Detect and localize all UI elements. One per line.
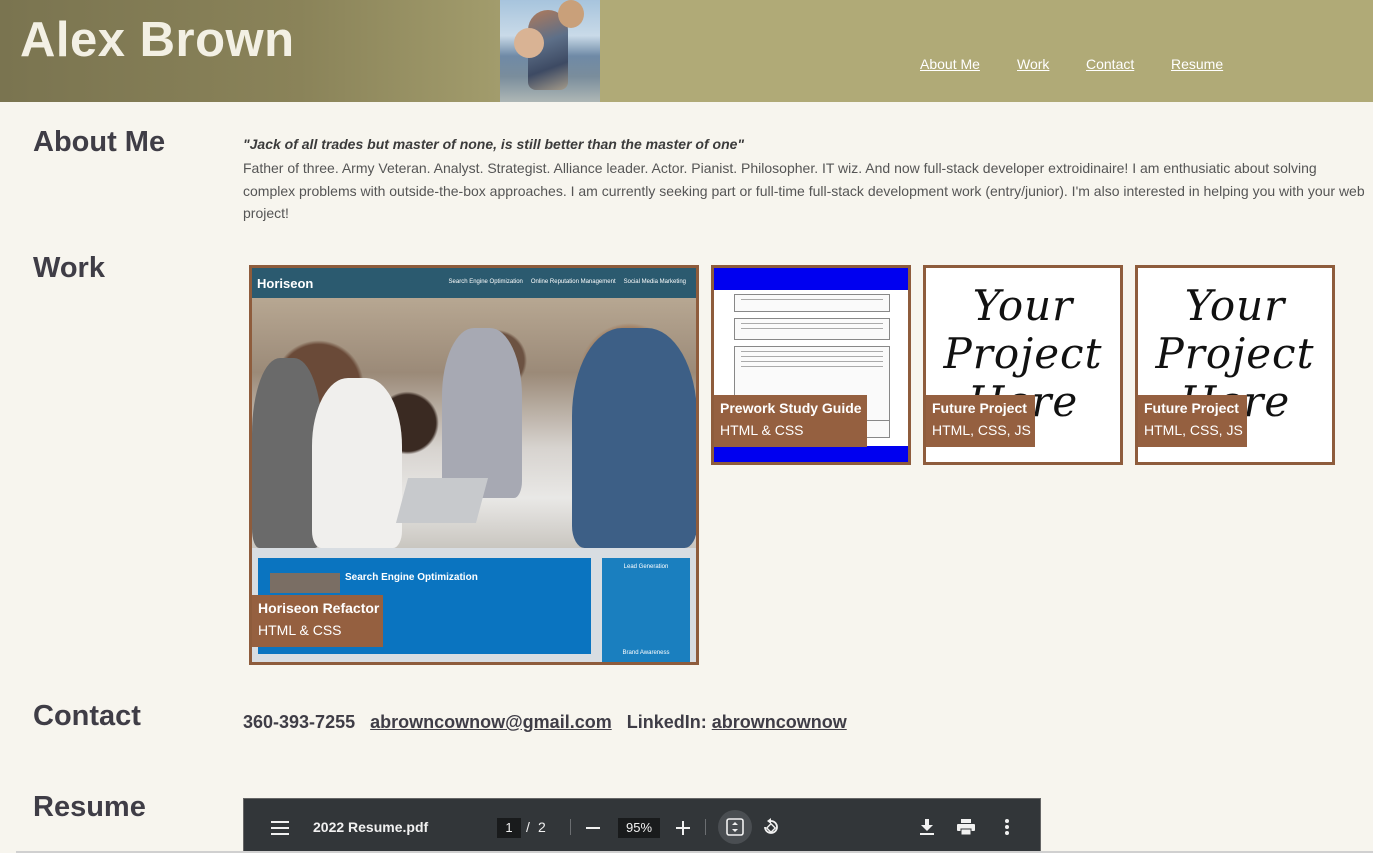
preview-nav-item: Online Reputation Management: [530, 279, 616, 285]
profile-photo: [500, 0, 600, 102]
preview-thumbnail: [270, 573, 340, 593]
photo-child-head: [514, 28, 544, 58]
preview-side-panel: Lead Generation Brand Awareness: [602, 558, 690, 662]
rotate-icon[interactable]: [762, 818, 780, 836]
project-tech: HTML, CSS, JS: [1144, 422, 1243, 438]
site-header: Alex Brown About Me Work Contact Resume: [0, 0, 1373, 102]
resume-heading: Resume: [33, 791, 146, 823]
print-icon[interactable]: [957, 819, 975, 835]
project-card-future-2[interactable]: Your Project Here Future Project HTML, C…: [1135, 265, 1335, 465]
zoom-in-icon[interactable]: [676, 821, 690, 835]
project-card-future-1[interactable]: Your Project Here Future Project HTML, C…: [923, 265, 1123, 465]
preview-banner: [714, 268, 908, 290]
project-tech: HTML & CSS: [258, 622, 342, 638]
total-pages: 2: [538, 819, 546, 835]
project-label: Future Project HTML, CSS, JS: [926, 395, 1035, 447]
linkedin-label: LinkedIn:: [626, 712, 707, 732]
hero-figure: [442, 328, 522, 498]
hero-figure: [312, 378, 402, 548]
contact-phone: 360-393-7255: [243, 712, 356, 732]
preview-nav: Search Engine Optimization Online Reputa…: [449, 279, 686, 285]
project-title: Future Project: [1144, 400, 1239, 416]
contact-info: 360-393-7255 abrowncownow@gmail.com Link…: [243, 712, 847, 733]
toolbar-divider: [705, 819, 706, 835]
nav-about-me[interactable]: About Me: [920, 56, 980, 72]
project-title: Future Project: [932, 400, 1027, 416]
preview-logo: Horiseon: [257, 276, 314, 291]
fit-page-button[interactable]: [718, 810, 752, 844]
preview-footer: [714, 446, 908, 462]
linkedin-link[interactable]: abrowncownow: [712, 712, 847, 732]
preview-nav-item: Social Media Marketing: [623, 279, 686, 285]
page-number-input[interactable]: 1: [497, 818, 521, 838]
project-title: Prework Study Guide: [720, 400, 862, 416]
preview-box: [734, 294, 890, 312]
menu-icon[interactable]: [271, 821, 289, 835]
project-label: Future Project HTML, CSS, JS: [1138, 395, 1247, 447]
toolbar-divider: [570, 819, 571, 835]
project-label: Prework Study Guide HTML & CSS: [714, 395, 867, 447]
preview-panel-title: Search Engine Optimization: [345, 572, 478, 583]
zoom-level[interactable]: 95%: [618, 818, 660, 838]
preview-box: [734, 318, 890, 340]
nav-resume[interactable]: Resume: [1171, 56, 1223, 72]
project-title: Horiseon Refactor: [258, 600, 380, 616]
preview-nav-item: Search Engine Optimization: [448, 279, 523, 285]
site-title: Alex Brown: [20, 13, 295, 67]
project-card-horiseon[interactable]: Horiseon Search Engine Optimization Onli…: [249, 265, 699, 665]
project-card-prework[interactable]: Prework Study Guide HTML & CSS: [711, 265, 911, 465]
photo-head: [558, 0, 584, 28]
about-heading: About Me: [33, 126, 166, 158]
about-quote: "Jack of all trades but master of none, …: [243, 136, 745, 152]
hero-figure: [572, 328, 696, 548]
project-label: Horiseon Refactor HTML & CSS: [252, 595, 383, 647]
preview-hero-image: [252, 298, 696, 548]
project-tech: HTML, CSS, JS: [932, 422, 1031, 438]
pdf-file-name: 2022 Resume.pdf: [313, 819, 429, 835]
pdf-viewer-toolbar: 2022 Resume.pdf 1 / 2 95%: [243, 798, 1041, 853]
about-text: Father of three. Army Veteran. Analyst. …: [243, 160, 1365, 221]
project-tech: HTML & CSS: [720, 422, 804, 438]
nav-work[interactable]: Work: [1017, 56, 1049, 72]
preview-side-bottom: Brand Awareness: [622, 650, 670, 656]
download-icon[interactable]: [920, 819, 934, 835]
more-options-icon[interactable]: [1005, 819, 1009, 835]
preview-side-title: Lead Generation: [623, 564, 669, 570]
hero-laptop: [395, 478, 489, 523]
contact-email-link[interactable]: abrowncownow@gmail.com: [370, 712, 612, 732]
contact-heading: Contact: [33, 700, 141, 732]
preview-navbar: Horiseon Search Engine Optimization Onli…: [252, 268, 696, 298]
page-separator: /: [526, 819, 530, 835]
zoom-out-icon[interactable]: [586, 827, 600, 829]
nav-contact[interactable]: Contact: [1086, 56, 1134, 72]
fit-page-icon: [726, 818, 744, 836]
work-heading: Work: [33, 252, 105, 284]
